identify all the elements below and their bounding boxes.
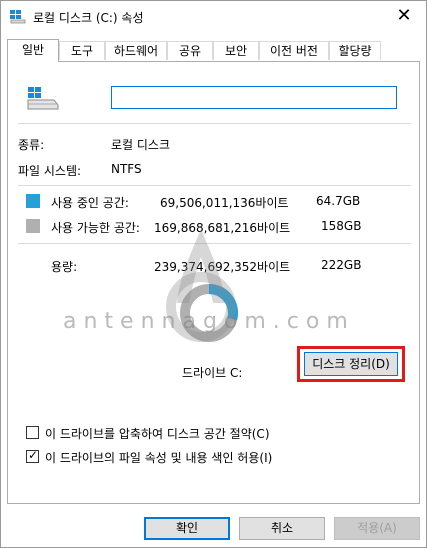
checkmark-icon: ✓ <box>28 448 39 462</box>
close-button[interactable]: ✕ <box>382 1 426 33</box>
index-checkbox[interactable]: ✓ <box>26 448 39 463</box>
tab-sharing[interactable]: 공유 <box>167 41 213 60</box>
free-space-label: 사용 가능한 공간: <box>51 221 140 235</box>
drive-icon <box>27 87 59 110</box>
drive-name-input[interactable] <box>111 86 397 109</box>
close-icon: ✕ <box>396 5 412 26</box>
apply-button[interactable]: 적용(A) <box>334 517 420 540</box>
disk-cleanup-button[interactable]: 디스크 정리(D) <box>304 352 398 376</box>
compress-checkbox[interactable] <box>26 426 39 439</box>
tab-hardware[interactable]: 하드웨어 <box>105 41 167 60</box>
used-space-size: 64.7GB <box>316 194 361 208</box>
watermark-text: antennagom.com <box>63 309 355 334</box>
cancel-button[interactable]: 취소 <box>239 517 325 540</box>
type-value: 로컬 디스크 <box>111 138 171 152</box>
tab-bar: 일반 도구 하드웨어 공유 보안 이전 버전 할당량 <box>7 39 420 62</box>
filesystem-value: NTFS <box>111 162 142 176</box>
index-label: 이 드라이브의 파일 속성 및 내용 색인 허용(I) <box>45 451 273 465</box>
drive-letter-label: 드라이브 C: <box>182 366 243 380</box>
tab-general[interactable]: 일반 <box>7 39 59 62</box>
tab-quota[interactable]: 할당량 <box>329 41 381 60</box>
free-space-size: 158GB <box>321 219 362 233</box>
tab-tools[interactable]: 도구 <box>59 41 105 60</box>
used-space-label: 사용 중인 공간: <box>51 196 129 210</box>
drive-icon <box>10 10 26 24</box>
divider <box>18 185 411 186</box>
used-space-swatch <box>26 194 40 208</box>
title-bar: 로컬 디스크 (C:) 속성 ✕ <box>1 1 426 33</box>
divider <box>18 123 411 124</box>
window-title: 로컬 디스크 (C:) 속성 <box>33 11 144 25</box>
type-label: 종류: <box>18 138 45 152</box>
compress-label: 이 드라이브를 압축하여 디스크 공간 절약(C) <box>45 427 270 441</box>
free-space-swatch <box>26 219 40 233</box>
capacity-label: 용량: <box>51 260 78 274</box>
tab-previous-versions[interactable]: 이전 버전 <box>259 41 329 60</box>
filesystem-label: 파일 시스템: <box>18 164 82 178</box>
properties-window: 로컬 디스크 (C:) 속성 ✕ 일반 도구 하드웨어 공유 보안 이전 버전 … <box>0 0 427 548</box>
used-space-bytes: 69,506,011,136바이트 <box>160 196 289 210</box>
tab-security[interactable]: 보안 <box>213 41 259 60</box>
ok-button[interactable]: 확인 <box>144 517 230 540</box>
capacity-size: 222GB <box>321 258 362 272</box>
